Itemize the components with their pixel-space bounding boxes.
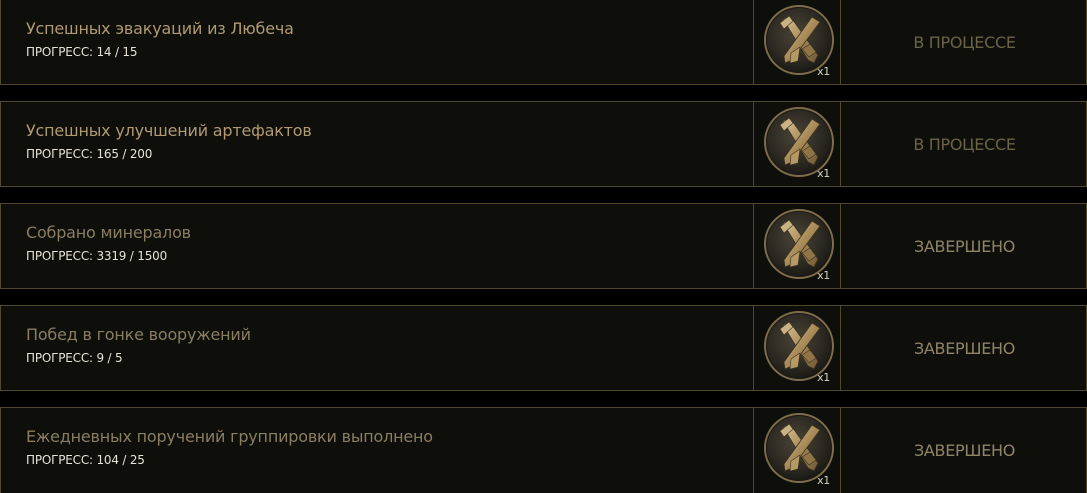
quest-status: В ПРОЦЕССЕ (913, 32, 1016, 52)
quest-progress: ПРОГРЕСС: 14 / 15 (26, 45, 138, 59)
quest-info: Успешных улучшений артефактов ПРОГРЕСС: … (1, 102, 753, 186)
reward-slot[interactable]: x1 (753, 0, 841, 84)
quest-info: Собрано минералов ПРОГРЕСС: 3319 / 1500 (1, 204, 753, 288)
quest-status: ЗАВЕРШЕНО (913, 338, 1016, 358)
quest-title: Ежедневных поручений группировки выполне… (26, 427, 433, 446)
quest-title: Успешных эвакуаций из Любеча (26, 19, 294, 38)
quest-row: Побед в гонке вооружений ПРОГРЕСС: 9 / 5… (0, 305, 1087, 391)
reward-slot[interactable]: x1 (753, 306, 841, 390)
reward-quantity: x1 (817, 65, 830, 78)
quest-title: Успешных улучшений артефактов (26, 121, 312, 140)
quest-status: ЗАВЕРШЕНО (913, 441, 1016, 460)
reward-quantity: x1 (817, 474, 830, 487)
quest-progress: ПРОГРЕСС: 3319 / 1500 (26, 249, 168, 263)
reward-slot[interactable]: x1 (753, 204, 841, 288)
quest-info: Ежедневных поручений группировки выполне… (1, 408, 753, 493)
quest-status: В ПРОЦЕССЕ (913, 134, 1016, 154)
quest-info: Побед в гонке вооружений ПРОГРЕСС: 9 / 5 (1, 306, 753, 390)
quest-row: Успешных улучшений артефактов ПРОГРЕСС: … (0, 101, 1087, 187)
quest-title: Побед в гонке вооружений (26, 325, 251, 344)
quest-progress: ПРОГРЕСС: 165 / 200 (26, 147, 153, 161)
quest-progress: ПРОГРЕСС: 9 / 5 (26, 351, 123, 365)
reward-slot[interactable]: x1 (753, 102, 841, 186)
reward-quantity: x1 (817, 269, 830, 282)
quest-progress: ПРОГРЕСС: 104 / 25 (26, 453, 145, 467)
quest-title: Собрано минералов (26, 223, 191, 242)
reward-quantity: x1 (817, 371, 830, 384)
quest-row: Успешных эвакуаций из Любеча ПРОГРЕСС: 1… (0, 0, 1087, 85)
quest-row: Ежедневных поручений группировки выполне… (0, 407, 1087, 493)
reward-quantity: x1 (817, 167, 830, 180)
quest-row: Собрано минералов ПРОГРЕСС: 3319 / 1500 … (0, 203, 1087, 289)
quest-status: ЗАВЕРШЕНО (913, 236, 1016, 256)
quest-info: Успешных эвакуаций из Любеча ПРОГРЕСС: 1… (1, 0, 753, 84)
reward-slot[interactable]: x1 (753, 408, 841, 493)
